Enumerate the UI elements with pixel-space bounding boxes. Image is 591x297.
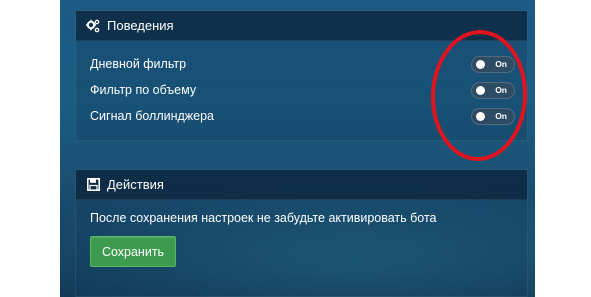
setting-row-daily-filter: Дневной фильтр On xyxy=(90,52,515,76)
actions-panel: Действия После сохранения настроек не за… xyxy=(75,169,528,297)
toggle-knob xyxy=(476,85,485,95)
behaviors-panel: Поведения Дневной фильтр On Фильтр по об… xyxy=(75,10,528,141)
toggle-knob xyxy=(476,59,485,69)
setting-row-bollinger-signal: Сигнал боллинджера On xyxy=(90,104,515,128)
toggle-state-label: On xyxy=(495,58,507,69)
behaviors-panel-header: Поведения xyxy=(76,11,527,41)
actions-panel-header: Действия xyxy=(76,170,527,200)
toggle-state-label: On xyxy=(495,84,507,95)
setting-row-volume-filter: Фильтр по объему On xyxy=(90,78,515,102)
setting-label: Сигнал боллинджера xyxy=(90,109,215,123)
behaviors-panel-title: Поведения xyxy=(107,18,174,33)
setting-label: Фильтр по объему xyxy=(90,83,197,97)
bollinger-signal-toggle[interactable]: On xyxy=(471,107,515,125)
toggle-knob xyxy=(476,111,485,121)
daily-filter-toggle[interactable]: On xyxy=(471,55,515,73)
setting-label: Дневной фильтр xyxy=(90,57,187,71)
save-icon xyxy=(86,178,100,192)
save-button[interactable]: Сохранить xyxy=(90,236,176,267)
toggle-state-label: On xyxy=(495,110,507,121)
actions-panel-title: Действия xyxy=(107,177,164,192)
volume-filter-toggle[interactable]: On xyxy=(471,81,515,99)
activation-reminder-text: После сохранения настроек не забудьте ак… xyxy=(90,211,437,225)
gears-icon xyxy=(86,19,100,33)
